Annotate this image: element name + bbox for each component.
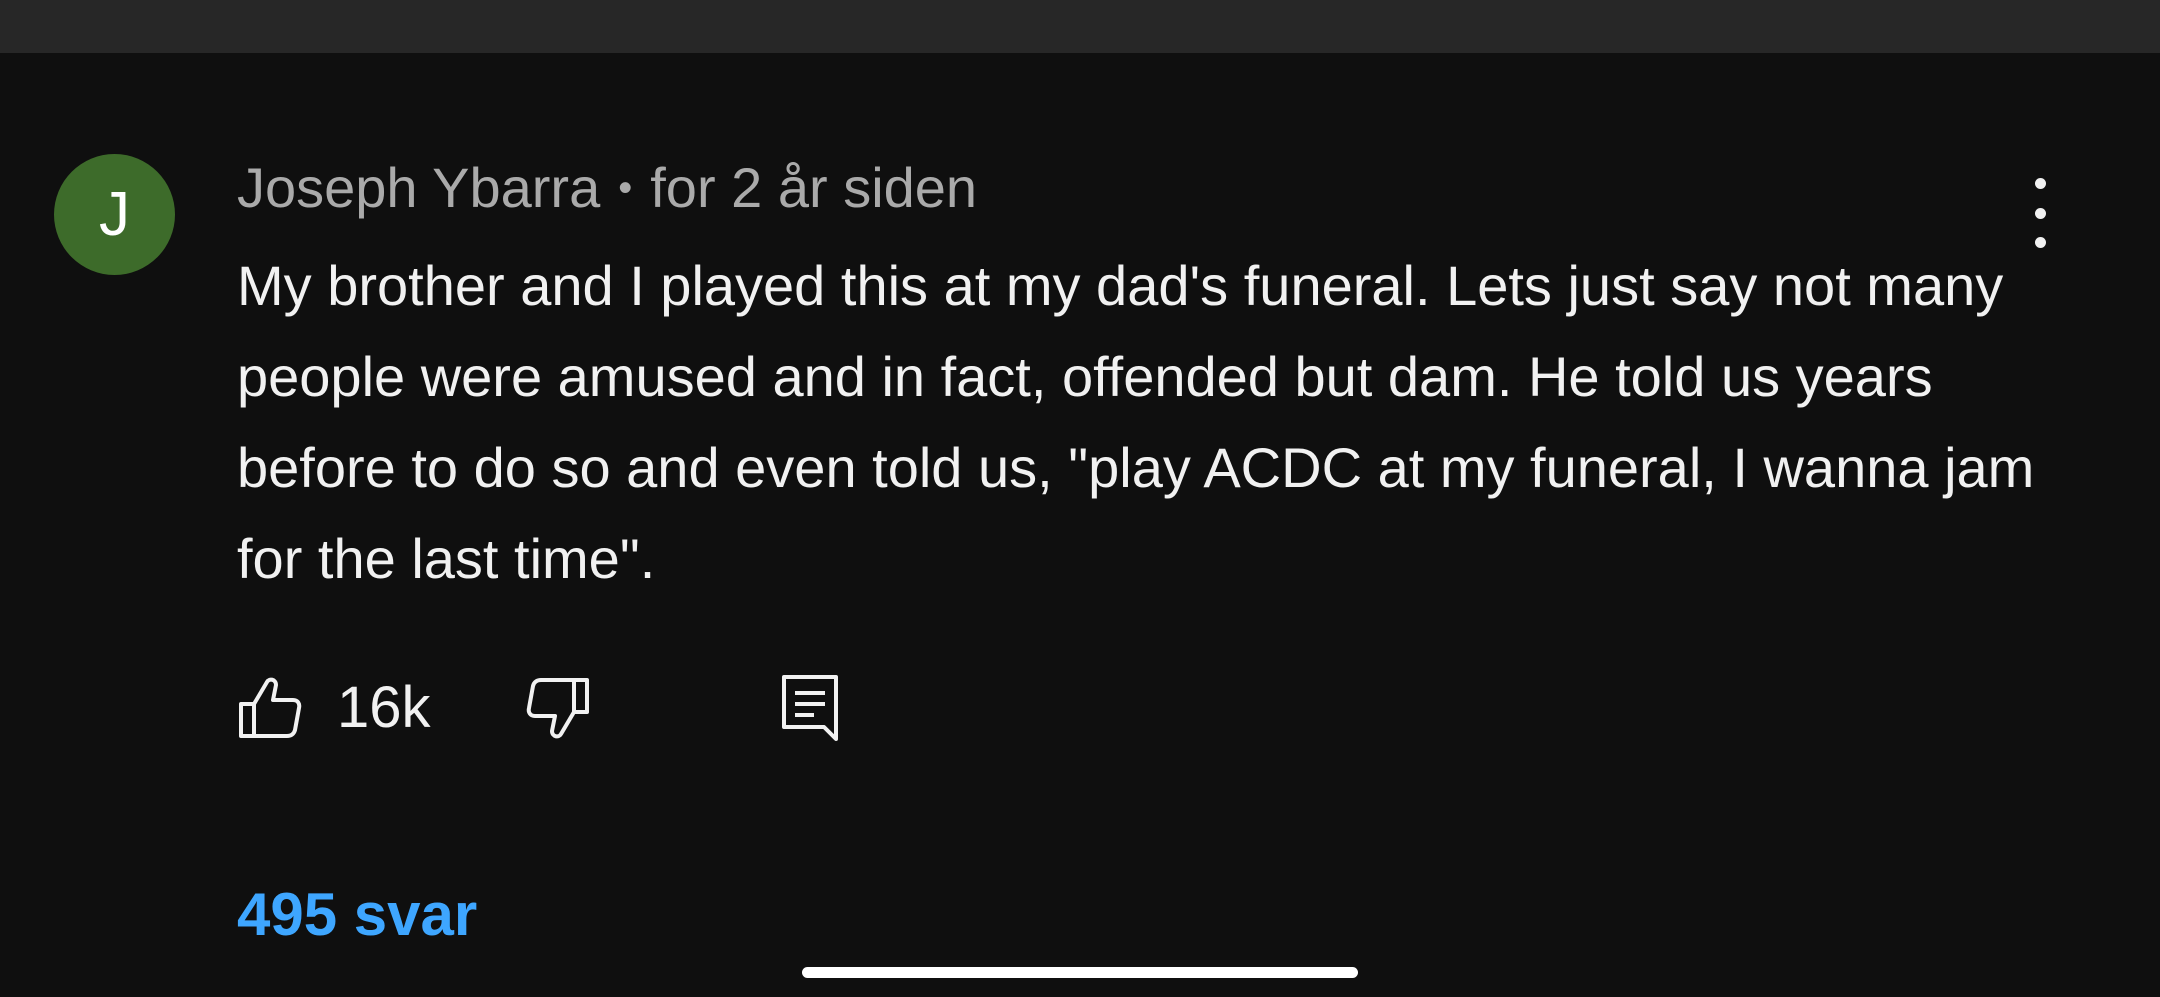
avatar[interactable]: J [54, 154, 175, 275]
top-bar [0, 0, 2160, 53]
reply-button[interactable] [780, 673, 840, 741]
more-dot [2034, 178, 2046, 189]
more-dot [2034, 207, 2046, 219]
comment-reply-icon [782, 675, 838, 741]
author-name[interactable]: Joseph Ybarra [237, 156, 600, 219]
dislike-button[interactable] [525, 676, 591, 740]
avatar-letter: J [99, 180, 130, 249]
more-options-icon[interactable] [2010, 178, 2070, 248]
comment-meta: Joseph Ybarra • for 2 år siden [237, 155, 977, 221]
comment-timestamp: for 2 år siden [650, 156, 978, 219]
thumbs-down-icon [526, 678, 589, 739]
comment-text: My brother and I played this at my dad's… [237, 254, 2035, 590]
replies-link[interactable]: 495 svar [237, 875, 477, 955]
like-count: 16k [337, 675, 431, 740]
meta-separator: • [618, 166, 633, 211]
home-indicator[interactable] [802, 967, 1358, 978]
like-button[interactable] [237, 676, 303, 740]
thumbs-up-icon [239, 677, 302, 738]
